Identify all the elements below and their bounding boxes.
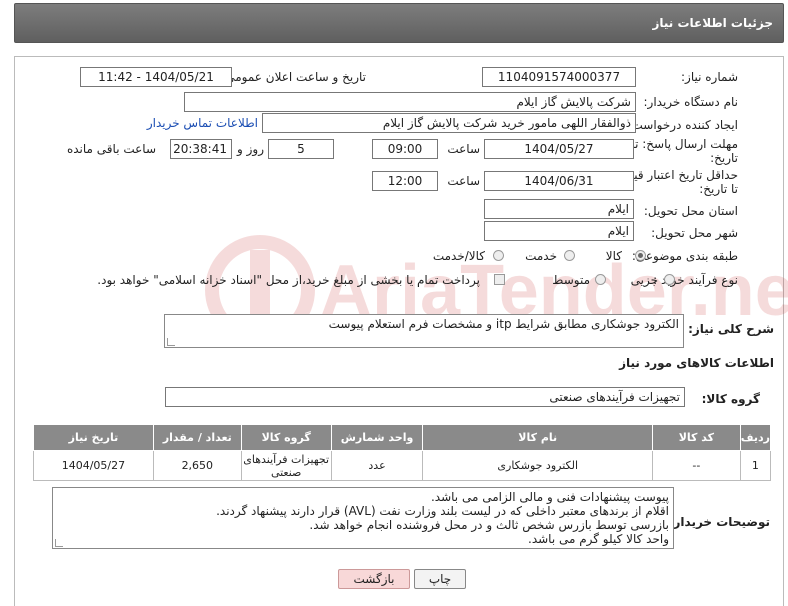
days-field: 5 bbox=[268, 139, 334, 159]
remaining-label: ساعت باقی مانده bbox=[66, 142, 156, 156]
city-field: ایلام bbox=[484, 221, 634, 241]
col-qty: تعداد / مقدار bbox=[152, 424, 242, 451]
buyer-org-field: شرکت پالایش گاز ایلام bbox=[184, 92, 636, 112]
col-code: کد کالا bbox=[651, 424, 741, 451]
buyer-contact-link[interactable]: اطلاعات تماس خریدار bbox=[147, 116, 258, 130]
category-radio-service[interactable] bbox=[564, 250, 575, 261]
description-label: شرح کلی نیاز: bbox=[688, 322, 774, 336]
goods-group-field: تجهیزات فرآیندهای صنعتی bbox=[165, 387, 685, 407]
goods-group-label: گروه کالا: bbox=[701, 392, 760, 406]
payment-treasury-checkbox[interactable] bbox=[494, 274, 505, 285]
category-radio-goods[interactable] bbox=[635, 250, 646, 261]
days-label: روز و bbox=[237, 142, 264, 156]
category-option-goods: کالا bbox=[605, 249, 622, 263]
reply-time-label: ساعت bbox=[447, 142, 480, 156]
cell-name: الکترود جوشکاری bbox=[422, 450, 653, 481]
creator-field: ذوالفقار اللهی مامور خرید شرکت پالایش گا… bbox=[262, 113, 636, 133]
process-option-minor: جزیی bbox=[630, 273, 658, 287]
resize-handle-icon[interactable] bbox=[167, 338, 175, 346]
col-unit: واحد شمارش bbox=[330, 424, 424, 451]
category-option-service: خدمت bbox=[525, 249, 557, 263]
resize-handle-icon[interactable] bbox=[55, 539, 63, 547]
cell-row: 1 bbox=[739, 450, 772, 481]
cell-code: -- bbox=[651, 450, 741, 481]
buyer-notes-label: توضیحات خریدار: bbox=[668, 515, 770, 529]
category-option-goods-service: کالا/خدمت bbox=[432, 249, 485, 263]
reply-deadline-label-2: تاریخ: bbox=[710, 151, 738, 165]
price-time-field: 12:00 bbox=[372, 171, 438, 191]
col-row: ردیف bbox=[739, 424, 772, 451]
buyer-notes-textarea[interactable]: پیوست پیشنهادات فنی و مالی الزامی می باش… bbox=[52, 487, 674, 549]
buyer-note-line-3: بازرسی توسط بازرس شخص ثالث و در محل فروش… bbox=[309, 518, 669, 532]
reply-time-field: 09:00 bbox=[372, 139, 438, 159]
reply-date-field: 1404/05/27 bbox=[484, 139, 634, 159]
goods-section-title: اطلاعات کالاهای مورد نیاز bbox=[619, 356, 774, 370]
description-textarea[interactable]: الکترود جوشکاری مطابق شرایط itp و مشخصات… bbox=[164, 314, 684, 348]
category-radio-goods-service[interactable] bbox=[493, 250, 504, 261]
category-label: طبقه بندی موضوعی: bbox=[631, 249, 738, 263]
page-header: جزئیات اطلاعات نیاز bbox=[14, 3, 784, 43]
col-name: نام کالا bbox=[422, 424, 653, 451]
remaining-time-field: 20:38:41 bbox=[170, 139, 232, 159]
buyer-note-line-2: اقلام از برندهای معتبر داخلی که در لیست … bbox=[216, 504, 669, 518]
cell-date: 1404/05/27 bbox=[33, 450, 154, 481]
description-text: الکترود جوشکاری مطابق شرایط itp و مشخصات… bbox=[328, 317, 679, 331]
buyer-org-label: نام دستگاه خریدار: bbox=[643, 95, 739, 109]
price-deadline-label-2: تا تاریخ: bbox=[699, 182, 738, 196]
col-group: گروه کالا bbox=[240, 424, 332, 451]
cell-unit: عدد bbox=[330, 450, 424, 481]
announce-label: تاریخ و ساعت اعلان عمومی: bbox=[221, 70, 366, 84]
announce-field: 1404/05/21 - 11:42 bbox=[80, 67, 232, 87]
province-label: استان محل تحویل: bbox=[643, 204, 738, 218]
price-time-label: ساعت bbox=[447, 174, 480, 188]
creator-label: ایجاد کننده درخواست: bbox=[627, 118, 738, 132]
goods-table: ردیف کد کالا نام کالا واحد شمارش گروه کا… bbox=[33, 424, 772, 481]
process-radio-medium[interactable] bbox=[595, 274, 606, 285]
cell-group: تجهیزات فرآیندهای صنعتی bbox=[240, 450, 332, 481]
buyer-note-line-4: واحد کالا کیلو گرم می باشد. bbox=[528, 532, 669, 546]
table-row: 1 -- الکترود جوشکاری عدد تجهیزات فرآینده… bbox=[33, 450, 772, 481]
reply-deadline-label: مهلت ارسال پاسخ: تا bbox=[631, 137, 738, 151]
payment-note: پرداخت تمام یا بخشی از مبلغ خرید،از محل … bbox=[97, 273, 480, 287]
col-date: تاریخ نیاز bbox=[33, 424, 154, 451]
process-radio-minor[interactable] bbox=[664, 274, 675, 285]
need-number-field: 1104091574000377 bbox=[482, 67, 636, 87]
need-number-label: شماره نیاز: bbox=[681, 70, 738, 84]
cell-qty: 2,650 bbox=[152, 450, 242, 481]
goods-table-header: ردیف کد کالا نام کالا واحد شمارش گروه کا… bbox=[33, 424, 772, 451]
buyer-note-line-1: پیوست پیشنهادات فنی و مالی الزامی می باش… bbox=[430, 490, 669, 504]
price-date-field: 1404/06/31 bbox=[484, 171, 634, 191]
city-label: شهر محل تحویل: bbox=[651, 226, 738, 240]
back-button[interactable]: بازگشت bbox=[338, 569, 410, 589]
page-title: جزئیات اطلاعات نیاز bbox=[652, 16, 773, 30]
process-option-medium: متوسط bbox=[552, 273, 590, 287]
print-button[interactable]: چاپ bbox=[414, 569, 466, 589]
province-field: ایلام bbox=[484, 199, 634, 219]
